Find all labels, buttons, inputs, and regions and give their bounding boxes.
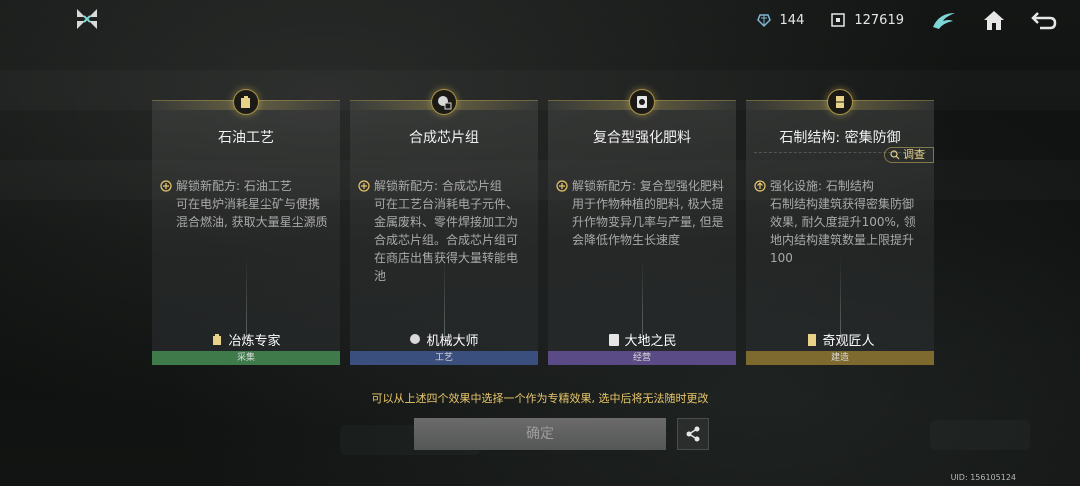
role-name: 大地之民 [624,334,677,349]
card-badge [431,89,457,115]
card-title: 复合型强化肥料 [593,130,691,146]
card-category: 工艺 [350,351,538,365]
share-button[interactable] [677,418,709,450]
share-icon [686,426,700,442]
fertilizer-icon [609,333,620,346]
resource-chip: 127619 [830,12,904,28]
card-effect: 解锁新配方: 石油工艺 可在电炉消耗星尘矿与便携混合燃油, 获取大量星尘源质 [160,177,330,231]
back-button[interactable] [1030,6,1058,34]
chip-gear-icon [438,96,452,110]
back-arrow-icon [1031,12,1057,30]
user-id: UID: 156105124 [950,473,1016,482]
card-title: 石油工艺 [218,130,274,146]
crystal-icon [756,14,771,28]
effect-head: 解锁新配方: 合成芯片组 [374,179,502,193]
card-title: 合成芯片组 [409,130,479,146]
role-name: 机械大师 [426,334,479,349]
background-shape [930,420,1030,450]
oil-canister-icon [241,96,250,108]
specialization-card-stone[interactable]: 石制结构: 密集防御 调查 强化设施: 石制结构 石制结构建筑获得密集防御效果,… [746,89,934,365]
home-button[interactable] [980,6,1008,34]
effect-body: 可在电炉消耗星尘矿与便携混合燃油, 获取大量星尘源质 [176,197,328,229]
effect-body: 可在工艺台消耗电子元件、金属废料、零件焊接加工为合成芯片组。合成芯片组可在商店出… [374,197,519,283]
light-beam [444,257,445,337]
light-beam [642,257,643,337]
chip-currency-icon [831,13,846,27]
faction-emblem-icon [933,13,955,29]
card-effect: 解锁新配方: 合成芯片组 可在工艺台消耗电子元件、金属废料、零件焊接加工为合成芯… [358,177,528,285]
crystal-count: 144 [779,12,805,28]
plus-circle-icon [160,180,172,192]
card-badge [233,89,259,115]
effect-head: 解锁新配方: 石油工艺 [176,179,292,193]
investigate-tag[interactable]: 调查 [884,147,934,163]
fertilizer-icon [637,96,647,108]
card-role: 奇观匠人 [746,330,934,349]
card-category: 建造 [746,351,934,365]
plus-circle-icon [358,180,370,192]
oil-canister-icon [213,333,222,345]
game-logo-icon[interactable] [74,6,100,32]
specialization-card-chip[interactable]: 合成芯片组 解锁新配方: 合成芯片组 可在工艺台消耗电子元件、金属废料、零件焊接… [350,89,538,365]
resource-crystal: 144 [756,12,805,28]
chip-currency-count: 127619 [854,12,904,28]
card-role: 机械大师 [350,330,538,349]
upgrade-circle-icon [754,180,766,192]
stone-block-icon [808,333,817,346]
effect-head: 解锁新配方: 复合型强化肥料 [572,179,724,193]
confirm-button[interactable]: 确定 [414,418,666,450]
top-bar: 144 127619 [756,0,1080,40]
card-category: 经营 [548,351,736,365]
card-effect: 强化设施: 石制结构 石制结构建筑获得密集防御效果, 耐久度提升100%, 领地… [754,177,924,267]
specialization-card-fertilizer[interactable]: 复合型强化肥料 解锁新配方: 复合型强化肥料 用于作物种植的肥料, 极大提升作物… [548,89,736,365]
selection-hint: 可以从上述四个效果中选择一个作为专精效果, 选中后将无法随时更改 [371,392,709,405]
stone-block-icon [836,96,844,108]
card-title: 石制结构: 密集防御 [779,130,901,146]
card-badge [629,89,655,115]
role-name: 冶炼专家 [228,334,281,349]
effect-body: 用于作物种植的肥料, 极大提升作物变异几率与产量, 但是会降低作物生长速度 [572,197,724,247]
card-role: 冶炼专家 [152,330,340,349]
effect-body: 石制结构建筑获得密集防御效果, 耐久度提升100%, 领地内结构建筑数量上限提升… [770,197,916,265]
specialization-card-oil[interactable]: 石油工艺 解锁新配方: 石油工艺 可在电炉消耗星尘矿与便携混合燃油, 获取大量星… [152,89,340,365]
effect-head: 强化设施: 石制结构 [770,179,874,193]
card-badge [827,89,853,115]
card-category: 采集 [152,351,340,365]
faction-button[interactable] [930,6,958,34]
light-beam [246,257,247,337]
light-beam [840,257,841,337]
chip-gear-icon [410,333,421,344]
card-role: 大地之民 [548,330,736,349]
home-icon [984,11,1004,30]
investigate-tag-label: 调查 [903,148,925,161]
plus-circle-icon [556,180,568,192]
role-name: 奇观匠人 [822,334,875,349]
magnifier-icon [890,150,900,160]
card-effect: 解锁新配方: 复合型强化肥料 用于作物种植的肥料, 极大提升作物变异几率与产量,… [556,177,726,249]
